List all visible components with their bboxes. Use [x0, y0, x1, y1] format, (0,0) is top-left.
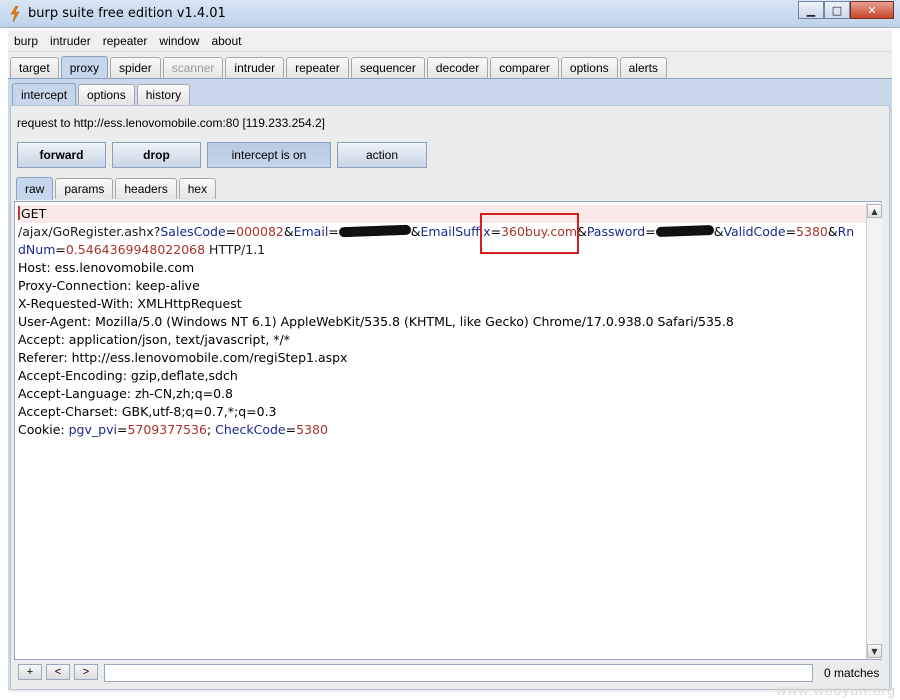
tab-options[interactable]: options: [560, 57, 618, 78]
menu-burp[interactable]: burp: [8, 34, 44, 48]
tab-raw[interactable]: raw: [16, 177, 54, 200]
header-line: Host: ess.lenovomobile.com: [18, 260, 195, 275]
header-line: Accept-Language: zh-CN,zh;q=0.8: [18, 386, 234, 401]
request-line-method: GET: [18, 205, 868, 223]
scroll-down-arrow-icon[interactable]: ▼: [867, 644, 882, 658]
match-count: 0 matches: [824, 666, 880, 680]
tab-proxy-options[interactable]: options: [78, 84, 135, 105]
drop-button[interactable]: drop: [112, 142, 201, 168]
tab-scanner: scanner: [162, 57, 224, 78]
tab-comparer[interactable]: comparer: [490, 57, 559, 78]
editor-scrollbar[interactable]: ▲ ▼: [866, 203, 882, 659]
header-line: User-Agent: Mozilla/5.0 (Windows NT 6.1)…: [18, 314, 734, 329]
menu-bar: burp intruder repeater window about: [8, 30, 892, 52]
tab-headers[interactable]: headers: [115, 178, 177, 199]
close-button[interactable]: ✕: [850, 1, 894, 19]
intercept-toggle-button[interactable]: intercept is on: [207, 142, 331, 168]
tab-target[interactable]: target: [10, 57, 59, 78]
menu-repeater[interactable]: repeater: [97, 34, 154, 48]
tab-intruder[interactable]: intruder: [225, 57, 285, 78]
header-line: Accept-Charset: GBK,utf-8;q=0.7,*;q=0.3: [18, 404, 277, 419]
tab-hex[interactable]: hex: [178, 178, 217, 199]
action-button[interactable]: action: [337, 142, 427, 168]
tab-history[interactable]: history: [136, 84, 191, 105]
tab-spider[interactable]: spider: [110, 57, 161, 78]
search-options-button[interactable]: +: [18, 664, 42, 680]
header-line: X-Requested-With: XMLHttpRequest: [18, 296, 242, 311]
burp-logo-icon: [10, 6, 20, 22]
tab-repeater[interactable]: repeater: [286, 57, 349, 78]
header-line: Accept-Encoding: gzip,deflate,sdch: [18, 368, 238, 383]
maximize-button[interactable]: □: [824, 1, 850, 19]
tab-proxy[interactable]: proxy: [60, 56, 109, 79]
forward-button[interactable]: forward: [17, 142, 106, 168]
tab-alerts[interactable]: alerts: [619, 57, 667, 78]
header-line: Accept: application/json, text/javascrip…: [18, 332, 291, 347]
tab-params[interactable]: params: [55, 178, 114, 199]
tab-sequencer[interactable]: sequencer: [350, 57, 425, 78]
message-view-tab-bar: raw params headers hex: [16, 177, 218, 200]
menu-window[interactable]: window: [153, 34, 205, 48]
request-target-info: request to http://ess.lenovomobile.com:8…: [17, 116, 325, 130]
window-title: burp suite free edition v1.4.01: [28, 6, 226, 21]
minimize-button[interactable]: ▁: [798, 1, 824, 19]
main-tab-bar: target proxy spider scanner intruder rep…: [10, 56, 669, 79]
menu-about[interactable]: about: [205, 34, 247, 48]
cookie-line: Cookie: pgv_pvi=5709377536; CheckCode=53…: [18, 422, 328, 437]
redacted-password: [655, 224, 714, 238]
header-line: Referer: http://ess.lenovomobile.com/reg…: [18, 350, 348, 365]
tab-decoder[interactable]: decoder: [426, 57, 489, 78]
header-line: Proxy-Connection: keep-alive: [18, 278, 200, 293]
proxy-tab-bar: intercept options history: [12, 83, 192, 106]
request-editor[interactable]: GET /ajax/GoRegister.ashx?SalesCode=0000…: [14, 201, 882, 660]
search-bar: + < > 0 matches: [14, 662, 882, 684]
text-cursor: [18, 206, 20, 220]
menu-intruder[interactable]: intruder: [44, 34, 97, 48]
search-next-button[interactable]: >: [74, 664, 98, 680]
highlight-annotation-box: [480, 213, 579, 254]
search-previous-button[interactable]: <: [46, 664, 70, 680]
request-line-url-cont: dNum=0.5464369948022068 HTTP/1.1: [18, 242, 266, 257]
watermark: www.wooyun.org: [776, 682, 896, 698]
search-input[interactable]: [104, 664, 813, 682]
redacted-email: [338, 224, 411, 238]
title-bar: burp suite free edition v1.4.01 ▁ □ ✕: [0, 0, 900, 28]
request-line-url: /ajax/GoRegister.ashx?SalesCode=000082&E…: [18, 224, 855, 239]
tab-intercept[interactable]: intercept: [12, 83, 77, 106]
scroll-up-arrow-icon[interactable]: ▲: [867, 204, 882, 218]
